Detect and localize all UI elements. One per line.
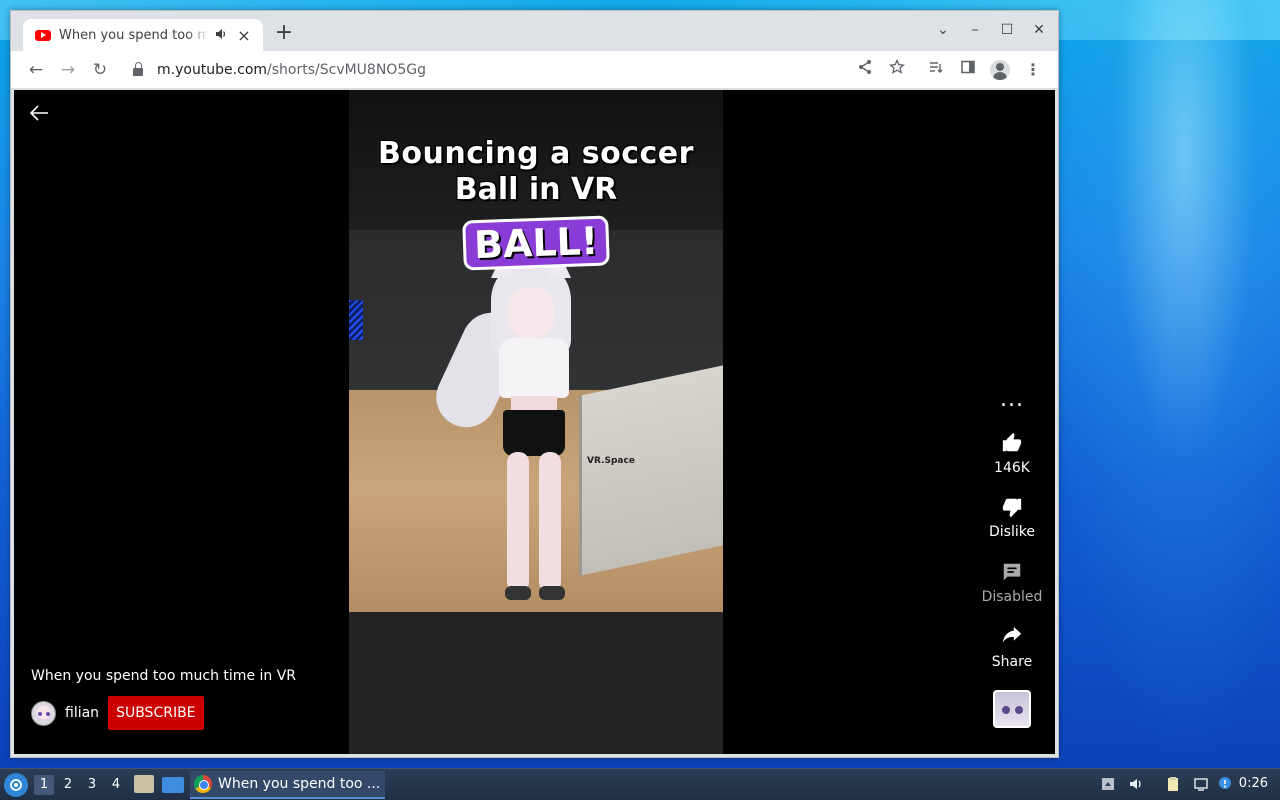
back-button[interactable]: ← xyxy=(24,58,48,82)
close-window-button[interactable]: ✕ xyxy=(1030,21,1048,39)
avatar-face xyxy=(507,288,555,340)
workspace-4[interactable]: 4 xyxy=(106,775,126,795)
taskbar-clock: 0:26 xyxy=(1238,776,1268,791)
speaker-icon[interactable] xyxy=(215,28,227,43)
profile-icon[interactable] xyxy=(988,58,1012,82)
url-path: /shorts/ScvMU8NO5Gg xyxy=(267,62,426,78)
dislike-button[interactable]: Dislike xyxy=(972,496,1052,540)
menu-icon[interactable]: ⋮ xyxy=(1021,58,1045,82)
address-bar[interactable]: m.youtube.com/shorts/ScvMU8NO5Gg xyxy=(123,55,953,85)
file-manager-icon[interactable] xyxy=(134,775,154,793)
star-icon[interactable] xyxy=(885,58,909,82)
avatar-shorts xyxy=(503,410,565,456)
video-title: When you spend too much time in VR xyxy=(31,668,297,684)
workspace-2[interactable]: 2 xyxy=(58,775,78,795)
clipboard-icon[interactable] xyxy=(1164,776,1182,794)
window-controls: ⌄ – ☐ ✕ xyxy=(934,21,1048,39)
avatar-belly xyxy=(511,396,557,410)
reading-list-icon[interactable] xyxy=(924,58,948,82)
video-dark-bottom xyxy=(349,612,723,754)
video-caption-line1: Bouncing a soccer xyxy=(378,136,694,171)
more-options-button[interactable]: ... xyxy=(972,389,1052,411)
network-icon[interactable] xyxy=(1192,776,1210,794)
shorts-video-player[interactable]: VR.Space Bouncing a soccer Ball in VR BA… xyxy=(349,90,723,754)
forward-button[interactable]: → xyxy=(56,58,80,82)
side-panel-icon[interactable] xyxy=(956,58,980,82)
like-count: 146K xyxy=(994,460,1030,476)
taskbar-window-label: When you spend too ... xyxy=(218,776,381,792)
lock-icon[interactable] xyxy=(133,62,143,76)
tab-strip: When you spend too much time in VR - You… xyxy=(11,11,1058,51)
avatar-shoe-left xyxy=(505,586,531,600)
taskbar: 1 2 3 4 When you spend too ... 0:26 xyxy=(0,768,1280,800)
tab-search-chevron-icon[interactable]: ⌄ xyxy=(934,21,952,39)
share-button[interactable]: Share xyxy=(972,626,1052,670)
video-watermark: VR.Space xyxy=(587,456,635,466)
browser-window: When you spend too much time in VR - You… xyxy=(10,10,1059,758)
page-viewport: VR.Space Bouncing a soccer Ball in VR BA… xyxy=(14,90,1055,754)
minimize-button[interactable]: – xyxy=(966,21,984,39)
video-caption-badge-wrap: BALL! xyxy=(349,215,723,271)
share-arrow-icon xyxy=(1002,626,1022,643)
video-blue-object xyxy=(349,300,363,340)
show-desktop-icon[interactable] xyxy=(162,777,184,793)
avatar-shoe-right xyxy=(539,586,565,600)
channel-avatar[interactable] xyxy=(31,700,56,726)
tab-title: When you spend too much time in VR - You… xyxy=(59,27,209,43)
share-label: Share xyxy=(991,654,1033,670)
start-menu-icon[interactable] xyxy=(4,773,28,797)
avatar-leg-left xyxy=(507,452,529,592)
avatar-leg-right xyxy=(539,452,561,592)
chrome-icon xyxy=(194,775,212,793)
volume-icon[interactable] xyxy=(1127,776,1145,794)
back-arrow-icon[interactable] xyxy=(28,102,52,126)
url-host: m.youtube.com xyxy=(157,62,268,78)
comment-icon xyxy=(1003,563,1021,581)
new-tab-button[interactable]: + xyxy=(274,22,294,44)
maximize-button[interactable]: ☐ xyxy=(998,21,1016,39)
like-button[interactable]: 146K xyxy=(972,432,1052,476)
tab-active[interactable]: When you spend too much time in VR - You… xyxy=(23,19,263,51)
subscribe-button[interactable]: SUBSCRIBE xyxy=(108,696,204,730)
youtube-favicon-icon xyxy=(35,29,51,41)
keyboard-layout-icon[interactable] xyxy=(1099,776,1117,794)
thumbs-up-icon xyxy=(1002,432,1022,452)
browser-toolbar: ← → ↻ m.youtube.com/shorts/ScvMU8NO5Gg ⋮ xyxy=(11,51,1058,89)
comments-label: Disabled xyxy=(981,589,1043,605)
channel-row: filian SUBSCRIBE xyxy=(31,696,204,730)
video-caption-badge: BALL! xyxy=(462,215,610,271)
channel-name[interactable]: filian xyxy=(65,705,99,721)
url-text: m.youtube.com/shorts/ScvMU8NO5Gg xyxy=(157,62,426,78)
avatar-shirt xyxy=(499,338,569,398)
profile-avatar xyxy=(990,60,1010,80)
dislike-label: Dislike xyxy=(989,524,1035,540)
workspace-3[interactable]: 3 xyxy=(82,775,102,795)
vr-avatar-figure xyxy=(426,252,609,620)
share-icon[interactable] xyxy=(853,58,877,82)
reload-button[interactable]: ↻ xyxy=(88,58,112,82)
notification-icon[interactable] xyxy=(1216,776,1234,794)
channel-thumbnail[interactable] xyxy=(993,690,1031,728)
comments-button[interactable]: Disabled xyxy=(972,561,1052,605)
wallpaper-right-glow xyxy=(1040,0,1280,770)
tab-close-icon[interactable]: × xyxy=(235,26,253,45)
video-caption-line2: Ball in VR xyxy=(454,172,618,207)
taskbar-chrome-window[interactable]: When you spend too ... xyxy=(190,771,385,799)
workspace-1[interactable]: 1 xyxy=(34,775,54,795)
thumbs-down-icon xyxy=(1002,498,1022,518)
